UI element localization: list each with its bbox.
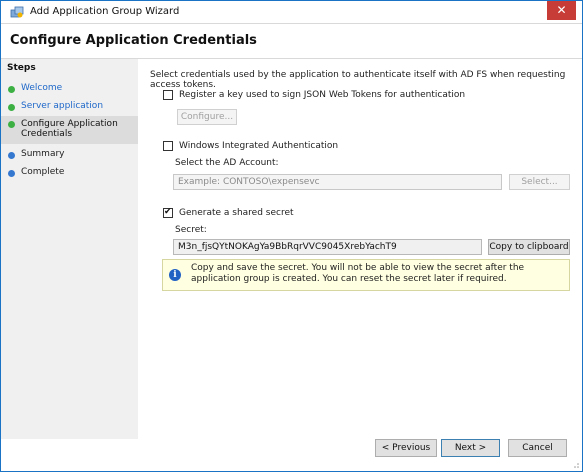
wizard-footer: < Previous Next > Cancel (1, 425, 582, 471)
step-pending-icon (8, 170, 15, 177)
jwt-checkbox[interactable] (163, 90, 173, 100)
shared-secret-label: Generate a shared secret (179, 208, 294, 218)
secret-field[interactable]: M3n_fjsQYtNOKAgYa9BbRqrVVC9045XrebYachT9 (173, 239, 482, 255)
info-icon: i (169, 269, 181, 281)
ad-account-label: Select the AD Account: (175, 158, 279, 168)
step-label: Complete (21, 167, 65, 177)
ad-account-input[interactable]: Example: CONTOSO\expensevc (173, 174, 502, 190)
page-title: Configure Application Credentials (10, 33, 257, 48)
step-configure-credentials: Configure Application Credentials (1, 116, 138, 144)
step-pending-icon (8, 152, 15, 159)
window-title: Add Application Group Wizard (30, 6, 180, 17)
step-label: Configure Application Credentials (21, 119, 118, 139)
step-welcome[interactable]: Welcome (8, 83, 136, 95)
close-button[interactable]: ✕ (547, 1, 576, 20)
app-group-icon (10, 6, 24, 18)
step-complete-icon (8, 86, 15, 93)
steps-panel: Steps Welcome Server application Configu… (1, 59, 138, 439)
previous-button[interactable]: < Previous (375, 439, 437, 457)
select-account-button[interactable]: Select... (509, 174, 570, 190)
steps-title: Steps (7, 63, 36, 73)
page-header: Configure Application Credentials (1, 24, 582, 59)
configure-button[interactable]: Configure... (177, 109, 237, 125)
step-complete: Complete (8, 167, 136, 179)
resize-grip-icon[interactable] (570, 459, 580, 469)
step-summary: Summary (8, 149, 136, 161)
info-text: Copy and save the secret. You will not b… (191, 263, 525, 284)
wia-checkbox[interactable] (163, 141, 173, 151)
cancel-button[interactable]: Cancel (508, 439, 567, 457)
step-label: Server application (21, 101, 104, 111)
step-label: Summary (21, 149, 65, 159)
step-current-icon (8, 121, 15, 128)
intro-text: Select credentials used by the applicati… (150, 70, 566, 90)
info-box: i Copy and save the secret. You will not… (162, 259, 570, 291)
next-button[interactable]: Next > (441, 439, 500, 457)
jwt-label: Register a key used to sign JSON Web Tok… (179, 90, 466, 100)
content-panel: Select credentials used by the applicati… (139, 59, 582, 439)
wia-label: Windows Integrated Authentication (179, 141, 339, 151)
secret-label: Secret: (175, 225, 207, 235)
wizard-window: Add Application Group Wizard ✕ Configure… (0, 0, 583, 472)
close-icon: ✕ (556, 3, 567, 17)
shared-secret-checkbox[interactable] (163, 207, 173, 218)
copy-to-clipboard-button[interactable]: Copy to clipboard (488, 239, 570, 255)
step-label: Welcome (21, 83, 63, 93)
step-server-application[interactable]: Server application (8, 101, 136, 113)
title-bar[interactable]: Add Application Group Wizard ✕ (1, 1, 582, 24)
step-complete-icon (8, 104, 15, 111)
